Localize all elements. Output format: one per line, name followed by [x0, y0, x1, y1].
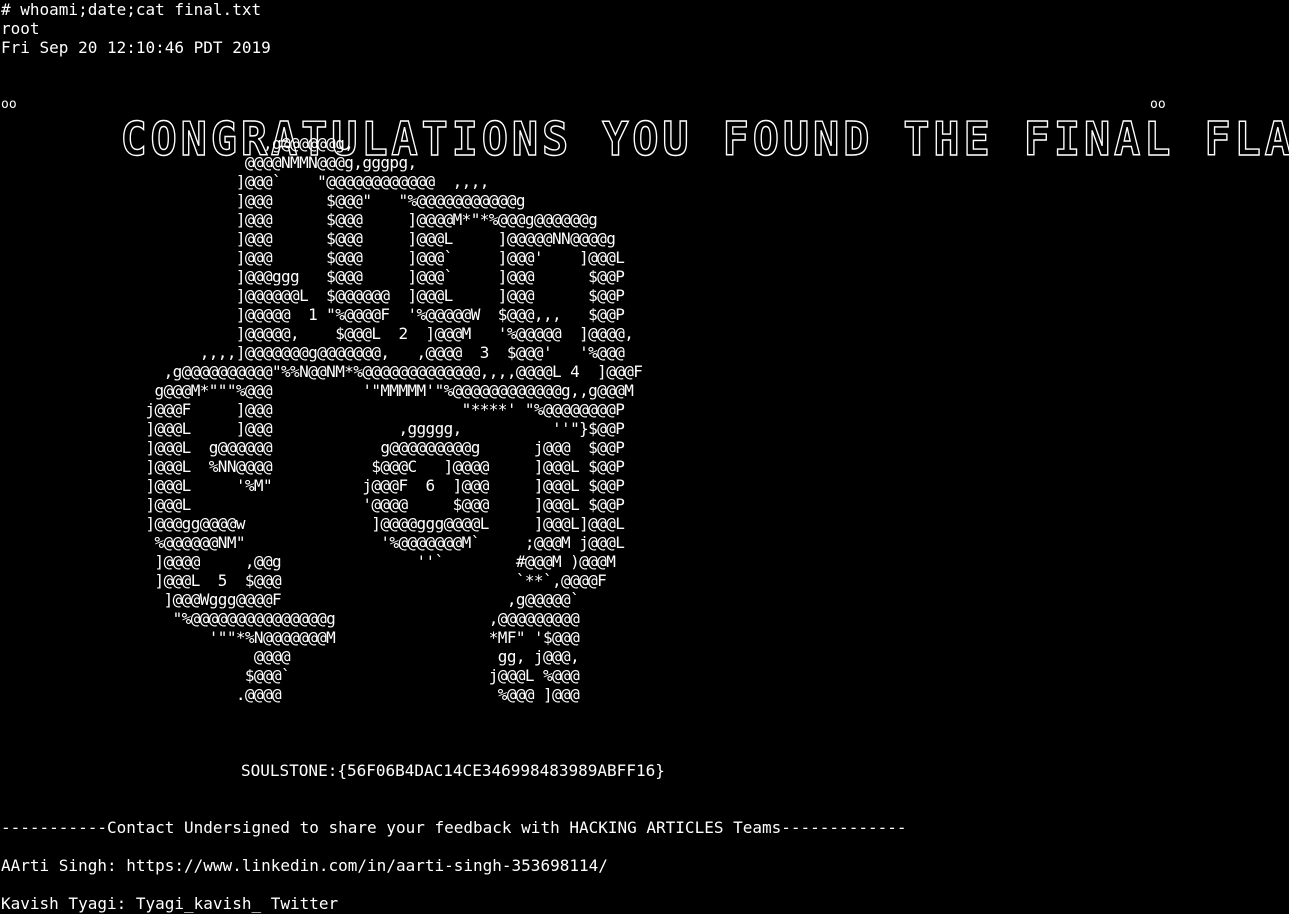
contact-kavish: Kavish Tyagi: Tyagi_kavish_ Twitter — [1, 894, 339, 913]
ascii-art-logo: ,g@@@@@@g, @@@@NMMN@@@g,gggpg, ]@@@` "@@… — [145, 134, 643, 704]
command-line: # whoami;date;cat final.txt — [1, 0, 262, 19]
contact-aarti: AArti Singh: https://www.linkedin.com/in… — [1, 856, 608, 875]
banner-left-decoration: oo — [1, 97, 17, 112]
banner-right-decoration: oo — [1150, 97, 1166, 112]
terminal-window[interactable]: # whoami;date;cat final.txt root Fri Sep… — [0, 0, 1289, 914]
contact-divider-line: -----------Contact Undersigned to share … — [1, 818, 907, 837]
congratulations-banner: CONGRATULATIONS YOU FOUND THE FINAL FLAG… — [0, 64, 1289, 164]
date-output: Fri Sep 20 12:10:46 PDT 2019 — [1, 38, 271, 57]
flag-text: SOULSTONE:{56F06B4DAC14CE346998483989ABF… — [241, 761, 665, 780]
whoami-output: root — [1, 19, 40, 38]
